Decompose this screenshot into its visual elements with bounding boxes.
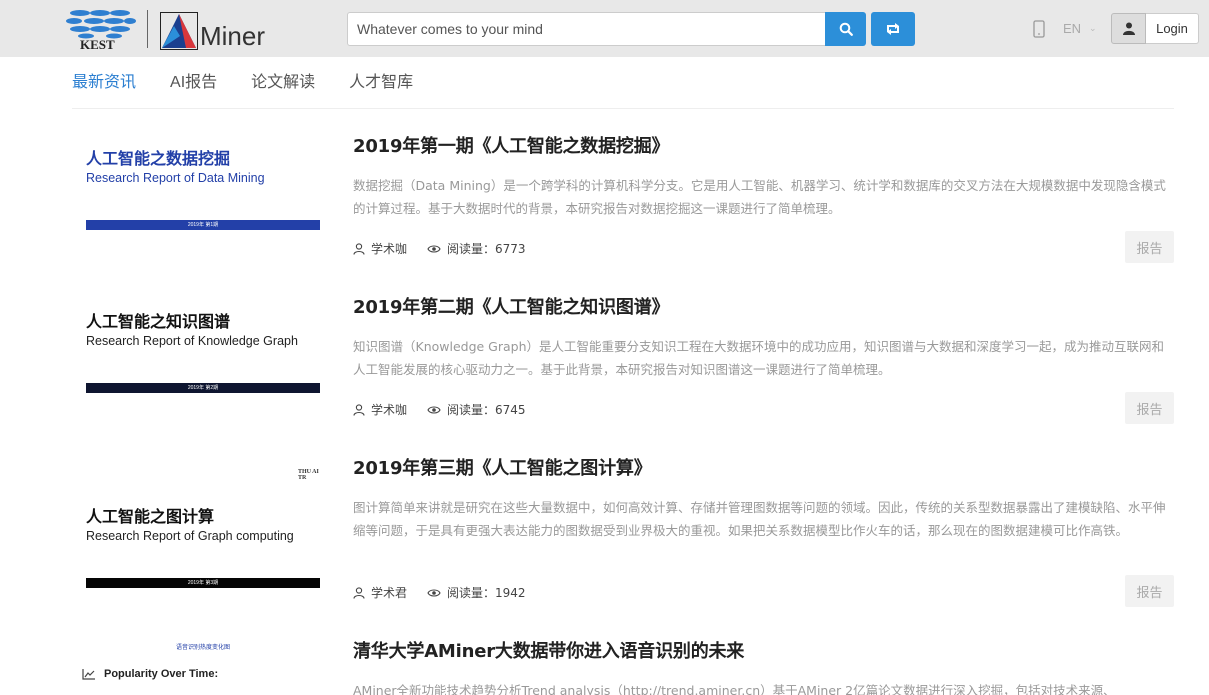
- article-read-count: 阅读量：6745: [447, 403, 526, 417]
- search-button[interactable]: [825, 12, 866, 46]
- popularity-label: Popularity Over Time:: [104, 668, 219, 680]
- language-selector[interactable]: EN: [1063, 21, 1081, 36]
- eye-icon: [427, 588, 441, 597]
- aminer-mark-icon: [160, 12, 198, 50]
- user-outline-icon: [353, 586, 365, 599]
- search-placeholder: Whatever comes to your mind: [357, 21, 543, 37]
- tab-ai-report[interactable]: AI报告: [170, 73, 217, 93]
- mobile-phone-icon[interactable]: [1033, 20, 1045, 38]
- aminer-logo[interactable]: Miner: [160, 10, 265, 50]
- report-tag-button[interactable]: 报告: [1125, 575, 1174, 607]
- article-description: 图计算简单来讲就是研究在这些大量数据中，如何高效计算、存储并管理图数据等问题的领…: [353, 500, 1166, 538]
- retweet-icon: [887, 23, 899, 35]
- article-description: 数据挖掘（Data Mining）是一个跨学科的计算机科学分支。它是用人工智能、…: [353, 178, 1166, 216]
- article-title[interactable]: 2019年第一期《人工智能之数据挖掘》: [353, 136, 669, 158]
- top-header: KEST Miner Whatever comes to your mind E…: [0, 0, 1209, 57]
- tab-latest-news[interactable]: 最新资讯: [72, 73, 136, 93]
- user-outline-icon: [353, 242, 365, 255]
- tab-talent-pool[interactable]: 人才智库: [349, 73, 413, 93]
- article-thumbnail[interactable]: 人工智能之知识图谱 Research Report of Knowledge G…: [86, 312, 320, 393]
- article-description: AMiner全新功能技术趋势分析Trend analysis（http://tr…: [353, 683, 1116, 695]
- report-tag-button[interactable]: 报告: [1125, 392, 1174, 424]
- article-thumbnail[interactable]: 人工智能之数据挖掘 Research Report of Data Mining…: [86, 149, 320, 230]
- thumbnail-issue-bar: 2019年 第3期: [86, 578, 320, 588]
- article-read-count: 阅读量：6773: [447, 242, 526, 256]
- thumbnail-title-en: Research Report of Knowledge Graph: [86, 334, 298, 348]
- article-author[interactable]: 学术咖: [371, 401, 407, 418]
- eye-icon: [427, 405, 441, 414]
- line-chart-icon: [82, 668, 95, 680]
- eye-icon: [427, 244, 441, 253]
- article-thumbnail[interactable]: THU AI TR 人工智能之图计算 Research Report of Gr…: [86, 469, 320, 588]
- login-button[interactable]: Login: [1146, 13, 1199, 44]
- user-outline-icon: [353, 403, 365, 416]
- article-meta: 学术咖 阅读量：6745: [353, 401, 526, 418]
- article-title[interactable]: 2019年第二期《人工智能之知识图谱》: [353, 297, 669, 319]
- tabs-divider: [72, 108, 1174, 109]
- thumbnail-title-en: Research Report of Data Mining: [86, 171, 265, 185]
- article-meta: 学术咖 阅读量：6773: [353, 240, 526, 257]
- article-author[interactable]: 学术咖: [371, 240, 407, 257]
- svg-text:KEST: KEST: [80, 37, 115, 51]
- user-button[interactable]: [1111, 13, 1146, 44]
- search-icon: [839, 22, 853, 36]
- thumbnail-title-cn: 人工智能之数据挖掘: [86, 149, 231, 168]
- chevron-down-icon: ⌄: [1089, 23, 1097, 33]
- logo-divider: [147, 10, 148, 48]
- switch-search-button[interactable]: [871, 12, 915, 46]
- article-read-count: 阅读量：1942: [447, 586, 526, 600]
- thumbnail-title-cn: 人工智能之图计算: [86, 507, 215, 526]
- popularity-heading: Popularity Over Time:: [82, 668, 218, 680]
- article-description: 知识图谱（Knowledge Graph）是人工智能重要分支知识工程在大数据环境…: [353, 339, 1165, 377]
- kest-logo[interactable]: KEST: [66, 7, 136, 52]
- search-input[interactable]: Whatever comes to your mind: [347, 12, 826, 46]
- article-title[interactable]: 2019年第三期《人工智能之图计算》: [353, 458, 652, 480]
- thumbnail-small-caption: 语音识别热度变化图: [176, 645, 231, 651]
- article-meta: 学术君 阅读量：1942: [353, 584, 526, 601]
- thumbnail-header-text: THU AI TR: [298, 469, 319, 481]
- aminer-wordmark: Miner: [200, 21, 266, 51]
- user-icon: [1122, 22, 1135, 35]
- tab-paper-analysis[interactable]: 论文解读: [251, 73, 315, 93]
- thumbnail-title-cn: 人工智能之知识图谱: [86, 312, 231, 331]
- thumbnail-issue-bar: 2019年 第2期: [86, 383, 320, 393]
- category-tabs: 最新资讯 AI报告 论文解读 人才智库: [72, 73, 447, 93]
- article-title[interactable]: 清华大学AMiner大数据带你进入语音识别的未来: [353, 641, 744, 663]
- article-author[interactable]: 学术君: [371, 584, 407, 601]
- thumbnail-title-en: Research Report of Graph computing: [86, 529, 294, 543]
- thumbnail-issue-bar: 2019年 第1期: [86, 220, 320, 230]
- report-tag-button[interactable]: 报告: [1125, 231, 1174, 263]
